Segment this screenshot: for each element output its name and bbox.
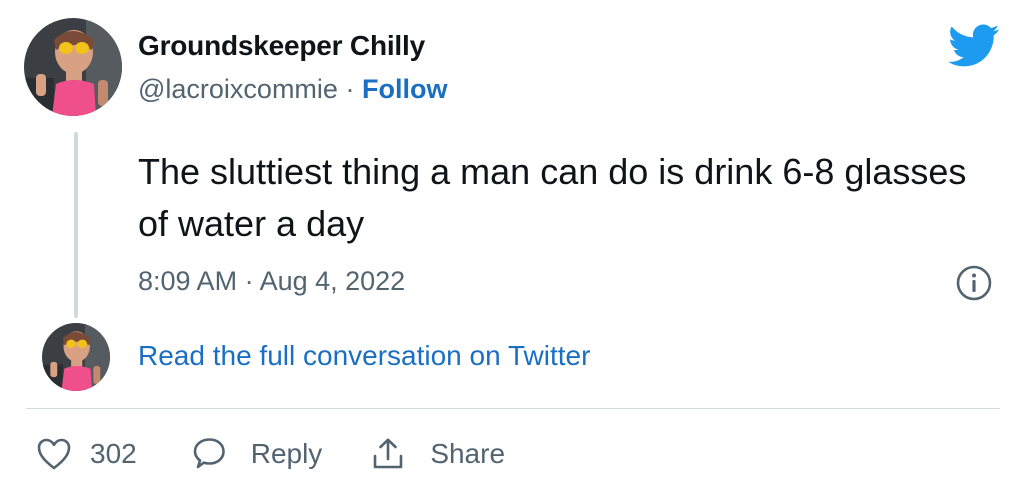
thread-connector-line [74,132,78,318]
author-avatar[interactable] [24,18,122,116]
share-label: Share [430,438,506,469]
twitter-bird-icon[interactable] [948,24,1000,68]
conversation-avatar[interactable] [42,323,110,391]
share-arrow-icon [374,438,403,469]
avatar-photo-icon [42,323,110,391]
author-display-name[interactable]: Groundskeeper Chilly [138,30,425,62]
like-button[interactable]: 302 [36,437,137,471]
tweet-actions-bar: 302 Reply Share [36,432,505,476]
reply-button[interactable]: Reply [191,436,323,472]
speech-bubble-icon [193,438,225,469]
author-handle[interactable]: @lacroixcommie [138,74,338,104]
reply-label: Reply [250,438,323,469]
info-circle-icon[interactable] [955,264,993,302]
like-count: 302 [90,438,137,469]
actions-divider [26,408,1000,409]
tweet-timestamp[interactable]: 8:09 AM · Aug 4, 2022 [138,266,405,297]
author-handle-row: @lacroixcommie · Follow [138,74,447,105]
avatar-photo-icon [24,18,122,116]
tweet-embed-card: Groundskeeper Chilly @lacroixcommie · Fo… [0,0,1024,491]
tweet-text: The sluttiest thing a man can do is drin… [138,151,967,244]
follow-button[interactable]: Follow [362,74,447,104]
read-full-conversation-link[interactable]: Read the full conversation on Twitter [138,340,590,372]
share-button[interactable]: Share [370,436,505,472]
handle-separator: · [345,74,362,104]
heart-icon [37,438,71,470]
